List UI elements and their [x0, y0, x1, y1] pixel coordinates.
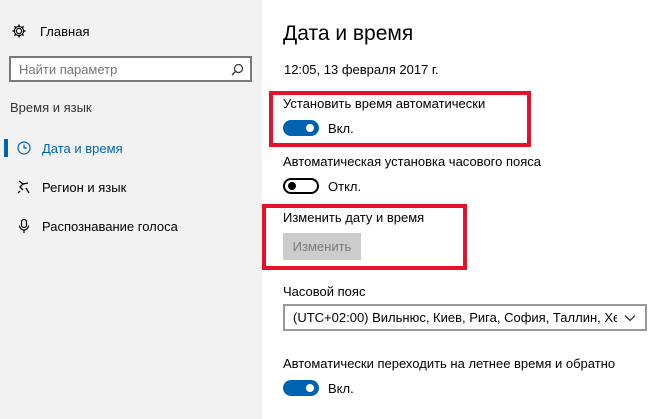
auto-timezone-toggle[interactable] — [283, 178, 319, 194]
current-datetime: 12:05, 13 февраля 2017 г. — [284, 62, 439, 77]
timezone-select[interactable]: (UTC+02:00) Вильнюс, Киев, Рига, София, … — [283, 304, 647, 331]
search-input[interactable] — [19, 61, 230, 77]
sidebar-item-speech[interactable]: Распознавание голоса — [0, 212, 262, 240]
sidebar-item-label: Распознавание голоса — [42, 218, 178, 234]
dst-state: Вкл. — [328, 380, 354, 396]
section-title: Время и язык — [10, 100, 92, 115]
home-link[interactable]: Главная — [10, 21, 89, 41]
page-title: Дата и время — [283, 22, 414, 45]
sidebar: Главная Время и язык Дата и время Ре — [0, 0, 262, 419]
inactive-indicator — [4, 178, 8, 196]
toggle-knob — [288, 182, 296, 190]
toggle-knob — [306, 384, 314, 392]
dst-label: Автоматически переходить на летнее время… — [283, 356, 616, 371]
highlight-frame-auto-time — [269, 91, 531, 147]
auto-timezone-label: Автоматическая установка часового пояса — [283, 154, 542, 169]
dst-toggle[interactable] — [283, 380, 319, 396]
dst-toggle-row[interactable]: Вкл. — [283, 377, 354, 399]
sidebar-item-region[interactable]: Регион и язык — [0, 173, 262, 201]
clock-icon — [15, 139, 33, 157]
home-label: Главная — [40, 23, 90, 39]
sidebar-item-date-time[interactable]: Дата и время — [0, 134, 262, 162]
auto-timezone-toggle-row[interactable]: Откл. — [283, 175, 361, 197]
auto-timezone-state: Откл. — [328, 178, 362, 194]
active-indicator — [4, 139, 8, 157]
chevron-down-icon — [623, 311, 637, 325]
inactive-indicator — [4, 217, 8, 235]
search-box[interactable] — [9, 56, 252, 82]
highlight-frame-change-datetime — [262, 204, 467, 270]
timezone-value: (UTC+02:00) Вильнюс, Киев, Рига, София, … — [293, 310, 617, 325]
timezone-label: Часовой пояс — [283, 284, 366, 299]
search-icon[interactable] — [230, 62, 244, 76]
region-icon — [15, 178, 33, 196]
sidebar-item-label: Регион и язык — [42, 179, 127, 195]
gear-icon — [10, 22, 28, 40]
sidebar-item-label: Дата и время — [42, 140, 123, 156]
microphone-icon — [15, 217, 33, 235]
